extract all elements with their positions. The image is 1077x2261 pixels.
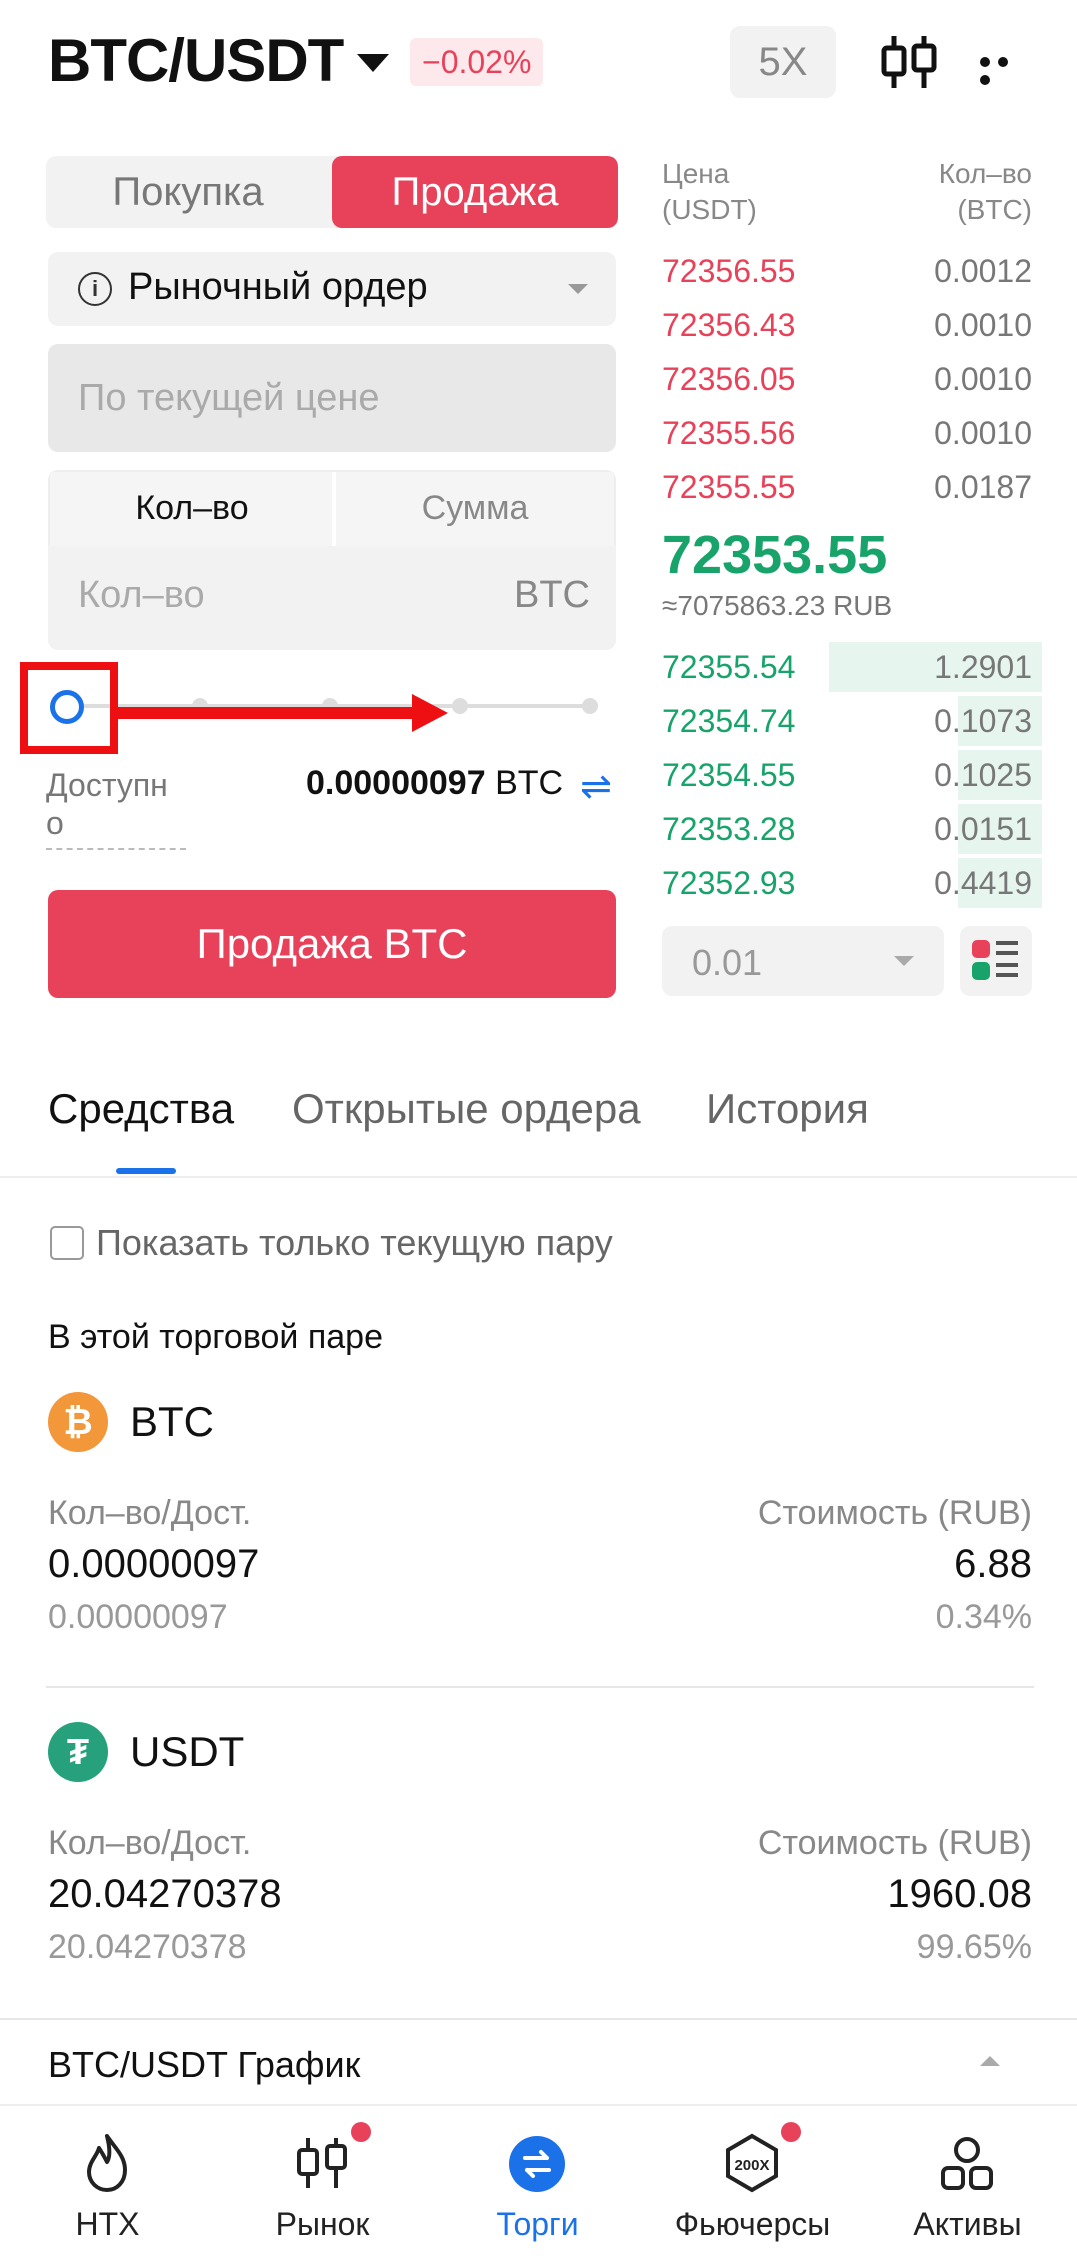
qty-tab[interactable]: Кол–во <box>50 472 334 548</box>
asset-value-label: Стоимость (RUB) <box>757 1824 1032 1862</box>
pair-dropdown-icon[interactable] <box>357 54 389 72</box>
orderbook-price-header: Цена (USDT) <box>662 158 757 225</box>
available-value: 0.00000097 BTC <box>306 764 564 802</box>
divider <box>46 1686 1034 1688</box>
qty-sum-tabs: Кол–во Сумма <box>48 470 616 548</box>
asset-available: 20.04270378 <box>48 1928 247 1966</box>
asset-qty-label: Кол–во/Дост. <box>48 1494 252 1532</box>
asset-qty: 0.00000097 <box>48 1542 260 1586</box>
current-pair-checkbox[interactable] <box>50 1226 84 1260</box>
trade-swap-icon <box>509 2136 565 2192</box>
more-menu-icon[interactable] <box>980 54 1032 85</box>
bid-row[interactable]: 72353.28 0.0151 <box>662 802 1042 856</box>
price-change-badge: −0.02% <box>410 38 544 86</box>
qty-placeholder: Кол–во <box>78 574 205 616</box>
dropdown-arrow-icon <box>568 284 588 294</box>
svg-text:200X: 200X <box>734 2157 769 2174</box>
active-tab-indicator <box>116 1168 176 1174</box>
tab-history[interactable]: История <box>706 1085 869 1133</box>
nav-label: Фьючерсы <box>674 2206 831 2242</box>
leverage-button[interactable]: 5X <box>730 26 836 98</box>
asset-value: 6.88 <box>954 1542 1032 1586</box>
annotation-highlight-box <box>20 662 118 754</box>
nav-assets[interactable]: Активы <box>860 2106 1075 2261</box>
precision-select[interactable]: 0.01 <box>662 926 944 996</box>
asset-name: BTC <box>130 1398 214 1445</box>
buy-tab[interactable]: Покупка <box>46 156 330 228</box>
asset-value: 1960.08 <box>887 1872 1032 1916</box>
last-price: 72353.55 <box>662 525 888 585</box>
nav-trade[interactable]: Торги <box>430 2106 645 2261</box>
nav-htx[interactable]: HTX <box>0 2106 215 2261</box>
slider-step-75[interactable] <box>452 698 468 714</box>
candlestick-icon <box>297 2138 347 2188</box>
ask-row[interactable]: 72356.55 0.0012 <box>662 244 1032 298</box>
futures-200x-icon: 200X <box>726 2133 778 2193</box>
pair-title[interactable]: BTC/USDT <box>48 26 344 95</box>
ask-row[interactable]: 72355.55 0.0187 <box>662 460 1032 514</box>
slider-step-100[interactable] <box>582 698 598 714</box>
annotation-arrow <box>118 707 418 719</box>
tether-icon: ₮ <box>48 1722 108 1782</box>
nav-futures[interactable]: 200X Фьючерсы <box>645 2106 860 2261</box>
tab-funds[interactable]: Средства <box>48 1085 234 1133</box>
notification-dot <box>781 2122 801 2142</box>
asset-percent: 0.34% <box>935 1598 1032 1636</box>
nav-market[interactable]: Рынок <box>215 2106 430 2261</box>
price-input: По текущей цене <box>48 344 616 452</box>
tab-open-orders[interactable]: Открытые ордера <box>292 1085 641 1133</box>
asset-available: 0.00000097 <box>48 1598 228 1636</box>
asset-qty: 20.04270378 <box>48 1872 282 1916</box>
nav-label: Активы <box>913 2206 1022 2242</box>
tabs-divider <box>0 1176 1077 1178</box>
assets-icon <box>941 2137 993 2190</box>
last-price-rub: ≈7075863.23 RUB <box>662 590 893 621</box>
bitcoin-icon: ₿ <box>48 1392 108 1452</box>
chart-section-toggle[interactable]: BTC/USDT График <box>48 2044 360 2086</box>
sum-tab[interactable]: Сумма <box>332 472 614 548</box>
chevron-up-icon[interactable] <box>980 2056 1000 2066</box>
buy-sell-toggle: Покупка Продажа <box>46 156 618 228</box>
flame-icon <box>87 2134 127 2192</box>
bottom-nav: HTX Рынок Торги 200X Фьючерсы Активы <box>0 2104 1077 2261</box>
current-pair-label[interactable]: Показать только текущую пару <box>96 1222 613 1264</box>
nav-label: HTX <box>75 2206 140 2242</box>
asset-qty-label: Кол–во/Дост. <box>48 1824 252 1862</box>
sell-tab[interactable]: Продажа <box>332 156 618 228</box>
qty-input[interactable]: Кол–во BTC <box>48 546 616 650</box>
transfer-icon[interactable]: ⇌ <box>580 764 612 809</box>
order-type-select[interactable]: i Рыночный ордер <box>48 252 616 326</box>
bid-row[interactable]: 72354.74 0.1073 <box>662 694 1042 748</box>
orderbook-qty-header: Кол–во (BTC) <box>938 158 1032 225</box>
ask-row[interactable]: 72356.05 0.0010 <box>662 352 1032 406</box>
info-icon[interactable]: i <box>78 272 112 306</box>
asset-name: USDT <box>130 1728 245 1775</box>
candlestick-chart-icon[interactable] <box>880 32 938 92</box>
notification-dot <box>351 2122 371 2142</box>
annotation-arrow-head <box>412 694 448 732</box>
nav-label: Рынок <box>275 2206 370 2242</box>
available-label: Доступн о <box>46 766 186 850</box>
qty-unit: BTC <box>514 574 590 616</box>
bid-row[interactable]: 72355.54 1.2901 <box>662 640 1042 694</box>
asset-value-label: Стоимость (RUB) <box>757 1494 1032 1532</box>
nav-label: Торги <box>496 2206 579 2242</box>
order-type-label: Рыночный ордер <box>128 266 428 308</box>
section-title: В этой торговой паре <box>48 1318 384 1356</box>
ask-row[interactable]: 72356.43 0.0010 <box>662 298 1032 352</box>
ask-row[interactable]: 72355.56 0.0010 <box>662 406 1032 460</box>
bid-row[interactable]: 72354.55 0.1025 <box>662 748 1042 802</box>
bid-row[interactable]: 72352.93 0.4419 <box>662 856 1042 910</box>
asset-percent: 99.65% <box>916 1928 1032 1966</box>
orderbook-layout-icon[interactable] <box>960 926 1032 996</box>
sell-btc-button[interactable]: Продажа BTC <box>48 890 616 998</box>
divider <box>0 2018 1077 2020</box>
